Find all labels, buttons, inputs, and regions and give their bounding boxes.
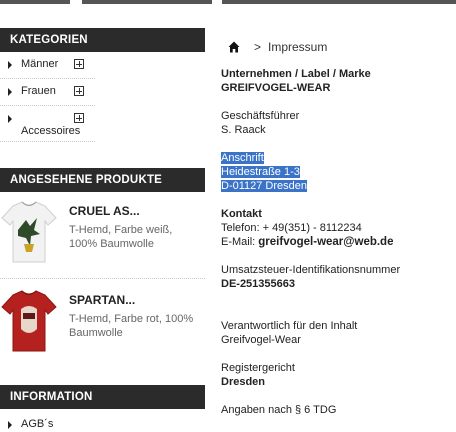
arrow-right-icon	[8, 115, 12, 123]
category-item-frauen[interactable]: Frauen	[0, 79, 95, 106]
company-name: GREIFVOGEL-WEAR	[221, 82, 331, 94]
contact-phone: Telefon: + 49(351) - 8112234	[221, 222, 362, 234]
breadcrumb-separator: >	[254, 40, 262, 54]
sidebar: KATEGORIEN Männer Frauen Accessoires ANG…	[0, 28, 205, 432]
responsible-block: Verantwortlich für den Inhalt Greifvogel…	[221, 319, 451, 347]
category-label[interactable]: Frauen	[21, 85, 56, 97]
company-block: Unternehmen / Label / Marke GREIFVOGEL-W…	[221, 67, 451, 95]
manager-name: S. Raack	[221, 124, 266, 136]
address-city: D-01127 Dresden	[221, 180, 308, 192]
information-header: INFORMATION	[0, 385, 205, 409]
expand-plus-icon[interactable]	[74, 113, 84, 123]
information-label[interactable]: AGB´s	[21, 418, 53, 430]
information-item-agb[interactable]: AGB´s	[0, 413, 205, 432]
tdg-note: Angaben nach § 6 TDG	[221, 404, 337, 416]
categories-header: KATEGORIEN	[0, 28, 205, 52]
contact-label: Kontakt	[221, 208, 262, 220]
company-label: Unternehmen / Label / Marke	[221, 68, 371, 80]
arrow-right-icon	[8, 61, 12, 69]
expand-plus-icon[interactable]	[74, 86, 84, 96]
arrow-right-icon	[8, 88, 12, 96]
manager-label: Geschäftsführer	[221, 110, 300, 122]
category-label[interactable]: Accessoires	[21, 125, 80, 137]
home-icon[interactable]	[228, 41, 240, 53]
vat-id: DE-251355663	[221, 278, 296, 290]
breadcrumb-current-page: Impressum	[268, 40, 328, 54]
category-item-accessoires[interactable]: Accessoires	[0, 106, 95, 142]
category-list: Männer Frauen Accessoires	[0, 52, 95, 142]
email-prefix: E-Mail:	[221, 236, 259, 248]
top-strip	[0, 0, 456, 8]
address-label: Anschrift	[221, 152, 264, 164]
court-city: Dresden	[221, 376, 266, 388]
product-card[interactable]: SPARTAN... T-Hemd, Farbe rot, 100% Baumw…	[0, 289, 205, 375]
top-strip-segment	[82, 0, 212, 4]
top-strip-segment	[222, 0, 456, 4]
tshirt-image[interactable]	[0, 200, 58, 264]
breadcrumb: > Impressum	[221, 40, 451, 56]
manager-block: Geschäftsführer S. Raack	[221, 109, 451, 137]
court-label: Registergericht	[221, 362, 295, 374]
category-item-maenner[interactable]: Männer	[0, 52, 95, 79]
expand-plus-icon[interactable]	[74, 59, 84, 69]
vat-block: Umsatzsteuer-Identifikationsnummer DE-25…	[221, 263, 451, 291]
product-description: T-Hemd, Farbe weiß, 100% Baumwolle	[69, 224, 173, 250]
tshirt-image[interactable]	[0, 289, 58, 353]
contact-block: Kontakt Telefon: + 49(351) - 8112234 E-M…	[221, 207, 451, 249]
imprint-content: > Impressum Unternehmen / Label / Marke …	[221, 40, 451, 417]
product-name[interactable]: CRUEL AS...	[69, 204, 140, 218]
product-name[interactable]: SPARTAN...	[69, 293, 135, 307]
arrow-right-icon	[8, 421, 12, 429]
product-card[interactable]: CRUEL AS... T-Hemd, Farbe weiß, 100% Bau…	[0, 200, 205, 286]
vat-label: Umsatzsteuer-Identifikationsnummer	[221, 264, 401, 276]
responsible-label: Verantwortlich für den Inhalt	[221, 320, 358, 332]
court-block: Registergericht Dresden	[221, 361, 451, 389]
featured-products-header: ANGESEHENE PRODUKTE	[0, 168, 205, 192]
contact-email-row: E-Mail: greifvogel-wear@web.de	[221, 235, 451, 249]
product-description: T-Hemd, Farbe rot, 100% Baumwolle	[69, 313, 194, 339]
address-street: Heidestraße 1-3	[221, 166, 300, 178]
top-strip-segment	[0, 0, 70, 4]
address-block: Anschrift Heidestraße 1-3 D-01127 Dresde…	[221, 151, 451, 193]
email-link[interactable]: greifvogel-wear@web.de	[258, 236, 393, 248]
responsible-name: Greifvogel-Wear	[221, 334, 301, 346]
category-label[interactable]: Männer	[21, 58, 58, 70]
